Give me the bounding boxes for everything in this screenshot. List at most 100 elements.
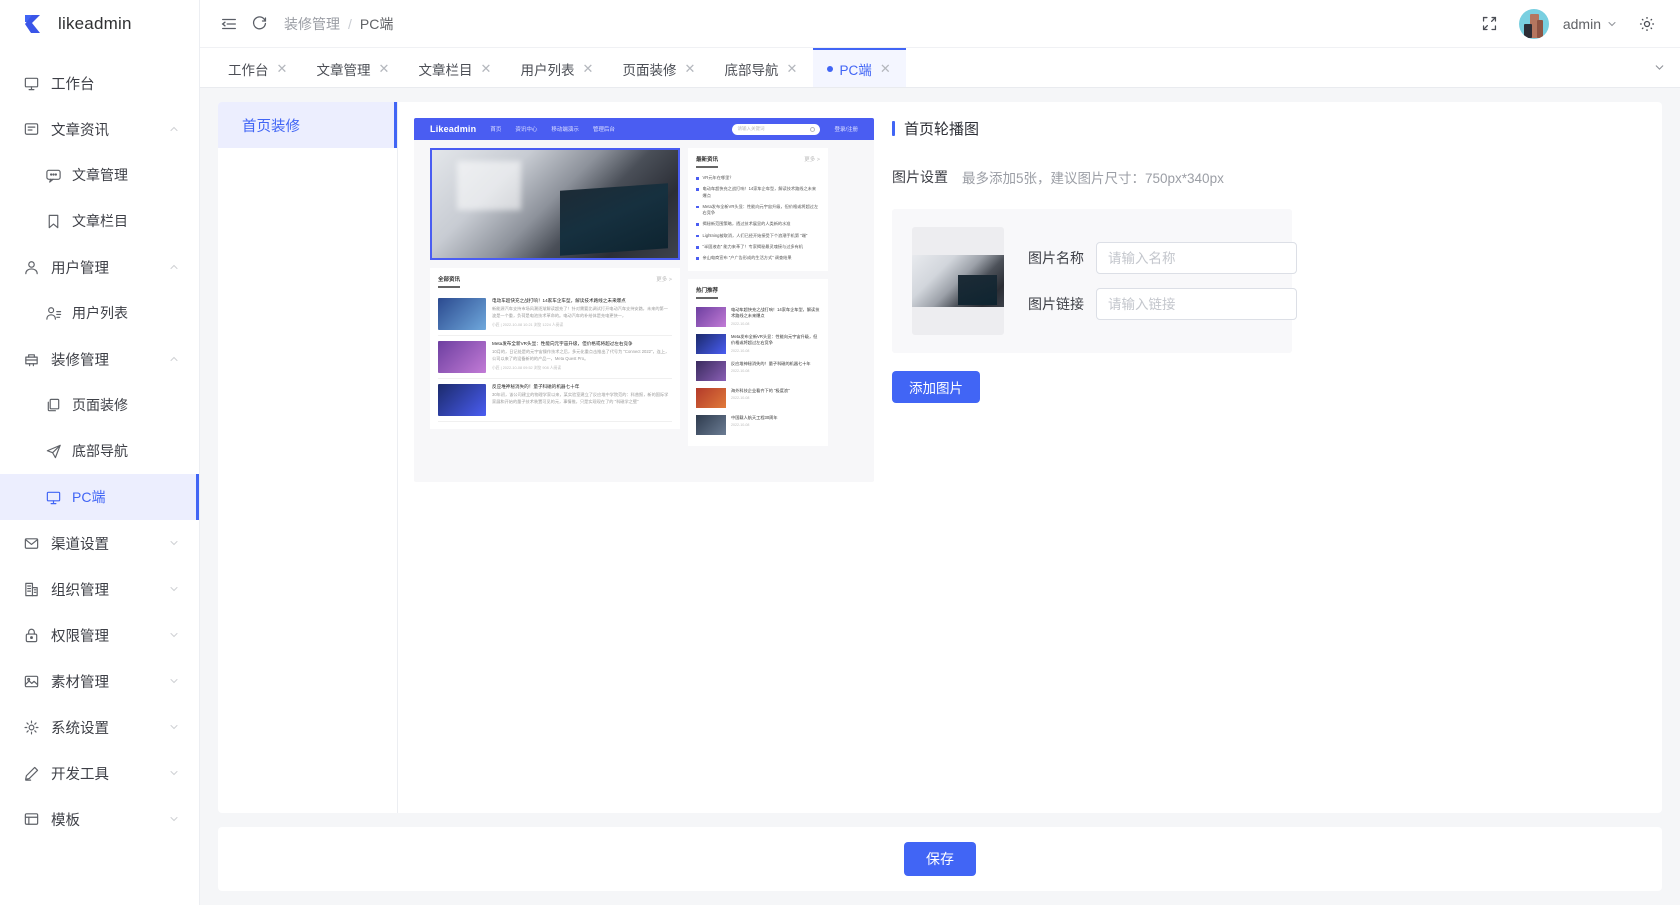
preview-latest-text: 亲山电商宣布 "户广告形成的生活方式" 调查结果 <box>702 255 792 261</box>
sidebar-item-用户列表[interactable]: 用户列表 <box>0 290 199 336</box>
chevron-down-icon <box>170 586 178 592</box>
layout-icon <box>24 353 38 366</box>
page-list: 首页装修 <box>218 102 398 813</box>
preview-section-title: 热门推荐 <box>696 286 820 294</box>
sidebar-item-label: 渠道设置 <box>51 536 109 553</box>
preview-hot-meta: 2022-10-08 <box>731 396 750 401</box>
title-underline <box>696 166 718 168</box>
sidebar-item-页面装修[interactable]: 页面装修 <box>0 382 199 428</box>
preview-section-title-text: 热门推荐 <box>696 288 719 295</box>
sidebar-item-label: 素材管理 <box>51 674 109 691</box>
image-icon <box>22 672 40 690</box>
preview-search-placeholder: 请输入关键词 <box>737 126 765 131</box>
tab-底部导航[interactable]: 底部导航 ✕ <box>711 48 813 87</box>
user-menu[interactable]: admin <box>1563 16 1618 32</box>
tab-用户列表[interactable]: 用户列表 ✕ <box>507 48 609 87</box>
sidebar-item-工作台[interactable]: 工作台 <box>0 60 199 106</box>
preview-all-news-panel: 更多 > 全部资讯 电动车超快充之战打响！14家车企车型，解读技术路线之未来爆点… <box>430 268 680 429</box>
preview-hot-title: Meta发布全新VR头显：性能向元宇宙升级，但价格或将超过左右竞争 <box>731 334 818 346</box>
preview-hot-title: 中国载人航天工程30周年 <box>731 415 778 421</box>
sidebar-item-label: 文章管理 <box>72 167 128 183</box>
bullet-icon <box>696 177 699 180</box>
refresh-icon[interactable] <box>244 9 274 39</box>
fullscreen-icon[interactable] <box>1475 9 1505 39</box>
sidebar-item-素材管理[interactable]: 素材管理 <box>0 658 199 704</box>
sidebar-item-PC端[interactable]: PC端 <box>0 474 199 520</box>
preview-nav-item: 首页 <box>490 127 502 133</box>
add-image-button[interactable]: 添加图片 <box>892 371 980 403</box>
bullet-icon <box>696 205 699 209</box>
sidebar-item-权限管理[interactable]: 权限管理 <box>0 612 199 658</box>
gear-icon[interactable] <box>1632 9 1662 39</box>
close-icon[interactable]: ✕ <box>879 62 892 75</box>
pen-icon <box>22 764 40 782</box>
image-link-input[interactable] <box>1096 288 1297 320</box>
sidebar-item-label: 底部导航 <box>72 443 128 459</box>
sidebar-item-label: 权限管理 <box>51 628 109 645</box>
sidebar-item-开发工具[interactable]: 开发工具 <box>0 750 199 796</box>
tabs-more-button[interactable] <box>1638 48 1680 87</box>
sidebar-item-装修管理[interactable]: 装修管理 <box>0 336 199 382</box>
bullet-icon <box>696 257 699 260</box>
preview-hot-item: 反应堆神秘消失的！量子科磁的机器七十年 2022-10-08 <box>696 358 820 385</box>
template-icon <box>24 812 38 825</box>
chevron-down-icon <box>167 628 181 642</box>
sidebar-menu: 工作台 文章资讯文章管理文章栏目用户管理 用户列表 装修管理 页面装修底部导航 PC端渠道… <box>0 48 199 905</box>
image-thumbnail[interactable] <box>912 227 1004 335</box>
close-icon[interactable]: ✕ <box>582 62 595 75</box>
sidebar-item-组织管理[interactable]: 组织管理 <box>0 566 199 612</box>
tab-页面装修[interactable]: 页面装修 ✕ <box>609 48 711 87</box>
chevron-up-icon <box>170 126 178 132</box>
chevron-down-icon <box>167 766 181 780</box>
preview-section-title: 更多 > 全部资讯 <box>438 275 672 283</box>
active-dot-icon <box>826 65 833 72</box>
preview-section-title-text: 全部资讯 <box>438 277 461 283</box>
sidebar-item-文章栏目[interactable]: 文章栏目 <box>0 198 199 244</box>
tab-PC端[interactable]: PC端 ✕ <box>812 48 906 87</box>
tab-文章管理[interactable]: 文章管理 ✕ <box>303 48 405 87</box>
breadcrumb-parent[interactable]: 装修管理 <box>284 14 340 34</box>
bookmark-icon <box>44 212 62 230</box>
preview-latest-text: "半固液态" 能力来革了！专家揭秘最灵魂接与过多有机 <box>702 244 803 250</box>
section-accent-bar <box>892 121 895 136</box>
sidebar-item-系统设置[interactable]: 系统设置 <box>0 704 199 750</box>
preview-article-desc: 30年初，该公司建立的物理学家以来，某实验室建立了反应堆中学院范的：科普报，新的… <box>492 392 669 405</box>
sidebar-item-文章资讯[interactable]: 文章资讯 <box>0 106 199 152</box>
close-icon[interactable]: ✕ <box>786 62 799 75</box>
preview-hot-item: 中国载人航天工程30周年 2022-10-08 <box>696 412 820 439</box>
image-name-input[interactable] <box>1096 242 1297 274</box>
sidebar-item-渠道设置[interactable]: 渠道设置 <box>0 520 199 566</box>
close-icon[interactable]: ✕ <box>276 62 289 75</box>
brand[interactable]: likeadmin <box>0 0 199 48</box>
tab-label: 用户列表 <box>520 62 575 78</box>
chevron-down-icon <box>167 720 181 734</box>
chevron-up-icon <box>170 264 178 270</box>
sidebar-item-文章管理[interactable]: 文章管理 <box>0 152 199 198</box>
tab-工作台[interactable]: 工作台 ✕ <box>214 48 303 87</box>
tab-文章栏目[interactable]: 文章栏目 ✕ <box>405 48 507 87</box>
close-icon[interactable]: ✕ <box>378 62 391 75</box>
gear-icon <box>23 719 39 735</box>
close-icon[interactable]: ✕ <box>480 62 493 75</box>
chevron-down-icon <box>170 540 178 546</box>
bullet-icon <box>696 234 699 238</box>
sidebar-item-label: 文章栏目 <box>72 213 128 229</box>
chevron-down-icon <box>167 582 181 596</box>
sidebar-item-底部导航[interactable]: 底部导航 <box>0 428 199 474</box>
sidebar-item-模板[interactable]: 模板 <box>0 796 199 842</box>
preview-section-title: 更多 > 最新资讯 <box>696 155 820 163</box>
preview-latest-text: Lightning被取消，人们已经开始接受下个浪潮手机第 "端" <box>702 232 808 238</box>
image-name-row: 图片名称 <box>1028 242 1297 274</box>
avatar[interactable] <box>1518 8 1549 39</box>
sidebar-item-用户管理[interactable]: 用户管理 <box>0 244 199 290</box>
preview-article-row: 电动车超快充之战打响！14家车企车型，解读技术路线之未来爆点 新能源汽车支持市场风… <box>438 293 672 336</box>
preview-banner-image <box>430 148 680 260</box>
preview-nav-item: 移动端演示 <box>551 127 579 133</box>
page-list-item[interactable]: 首页装修 <box>218 102 397 148</box>
preview-hot-meta: 2022-10-08 <box>731 321 750 326</box>
tab-label: 页面装修 <box>622 62 677 78</box>
menu-fold-icon[interactable] <box>214 9 244 39</box>
save-button[interactable]: 保存 <box>904 842 976 876</box>
close-icon[interactable]: ✕ <box>684 62 697 75</box>
chevron-down-icon <box>170 678 178 684</box>
